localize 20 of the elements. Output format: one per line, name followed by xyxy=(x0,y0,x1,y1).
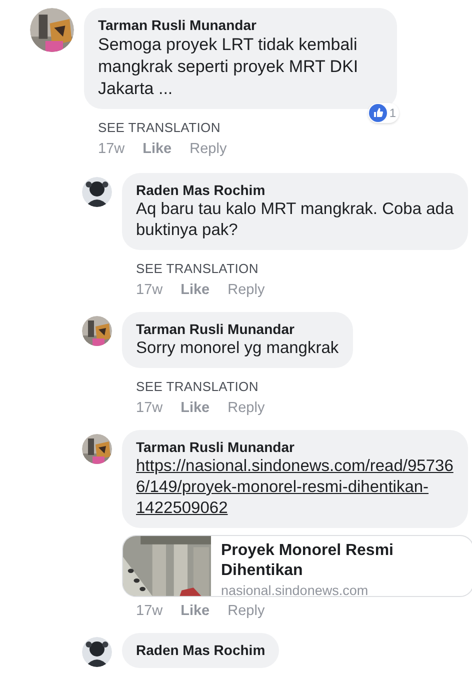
link-preview[interactable]: Proyek Monorel Resmi Dihentikan nasional.sindonews.com xyxy=(122,535,472,597)
author-name[interactable]: Raden Mas Rochim xyxy=(136,181,454,199)
see-translation-link[interactable]: SEE TRANSLATION xyxy=(122,261,258,276)
comment-text: Aq baru tau kalo MRT mangkrak. Coba ada buktinya pak? xyxy=(136,199,454,241)
author-name[interactable]: Tarman Rusli Munandar xyxy=(136,438,454,456)
author-name[interactable]: Tarman Rusli Munandar xyxy=(136,320,339,338)
comment-text: Sorry monorel yg mangkrak xyxy=(136,338,339,359)
thumbs-up-icon xyxy=(369,104,388,122)
comment-text: Semoga proyek LRT tidak kembali mangkrak seperti proyek MRT DKI Jakarta ... xyxy=(98,34,360,100)
see-translation-link[interactable]: SEE TRANSLATION xyxy=(122,379,258,394)
preview-domain: nasional.sindonews.com xyxy=(221,583,370,596)
timestamp: 17w xyxy=(136,603,163,619)
preview-title: Proyek Monorel Resmi Dihentikan xyxy=(221,541,394,581)
timestamp: 17w xyxy=(136,400,163,416)
author-name[interactable]: Tarman Rusli Munandar xyxy=(98,16,383,34)
timestamp: 17w xyxy=(136,282,163,298)
see-translation-link[interactable]: SEE TRANSLATION xyxy=(84,120,220,135)
link[interactable]: https://nasional.sindonews.com/read/957366/149/proyek-monorel-resmi-dihentikan-1422509062 xyxy=(136,456,454,519)
timestamp: 17w xyxy=(98,141,125,157)
author-name[interactable]: Raden Mas Rochim xyxy=(136,641,266,659)
